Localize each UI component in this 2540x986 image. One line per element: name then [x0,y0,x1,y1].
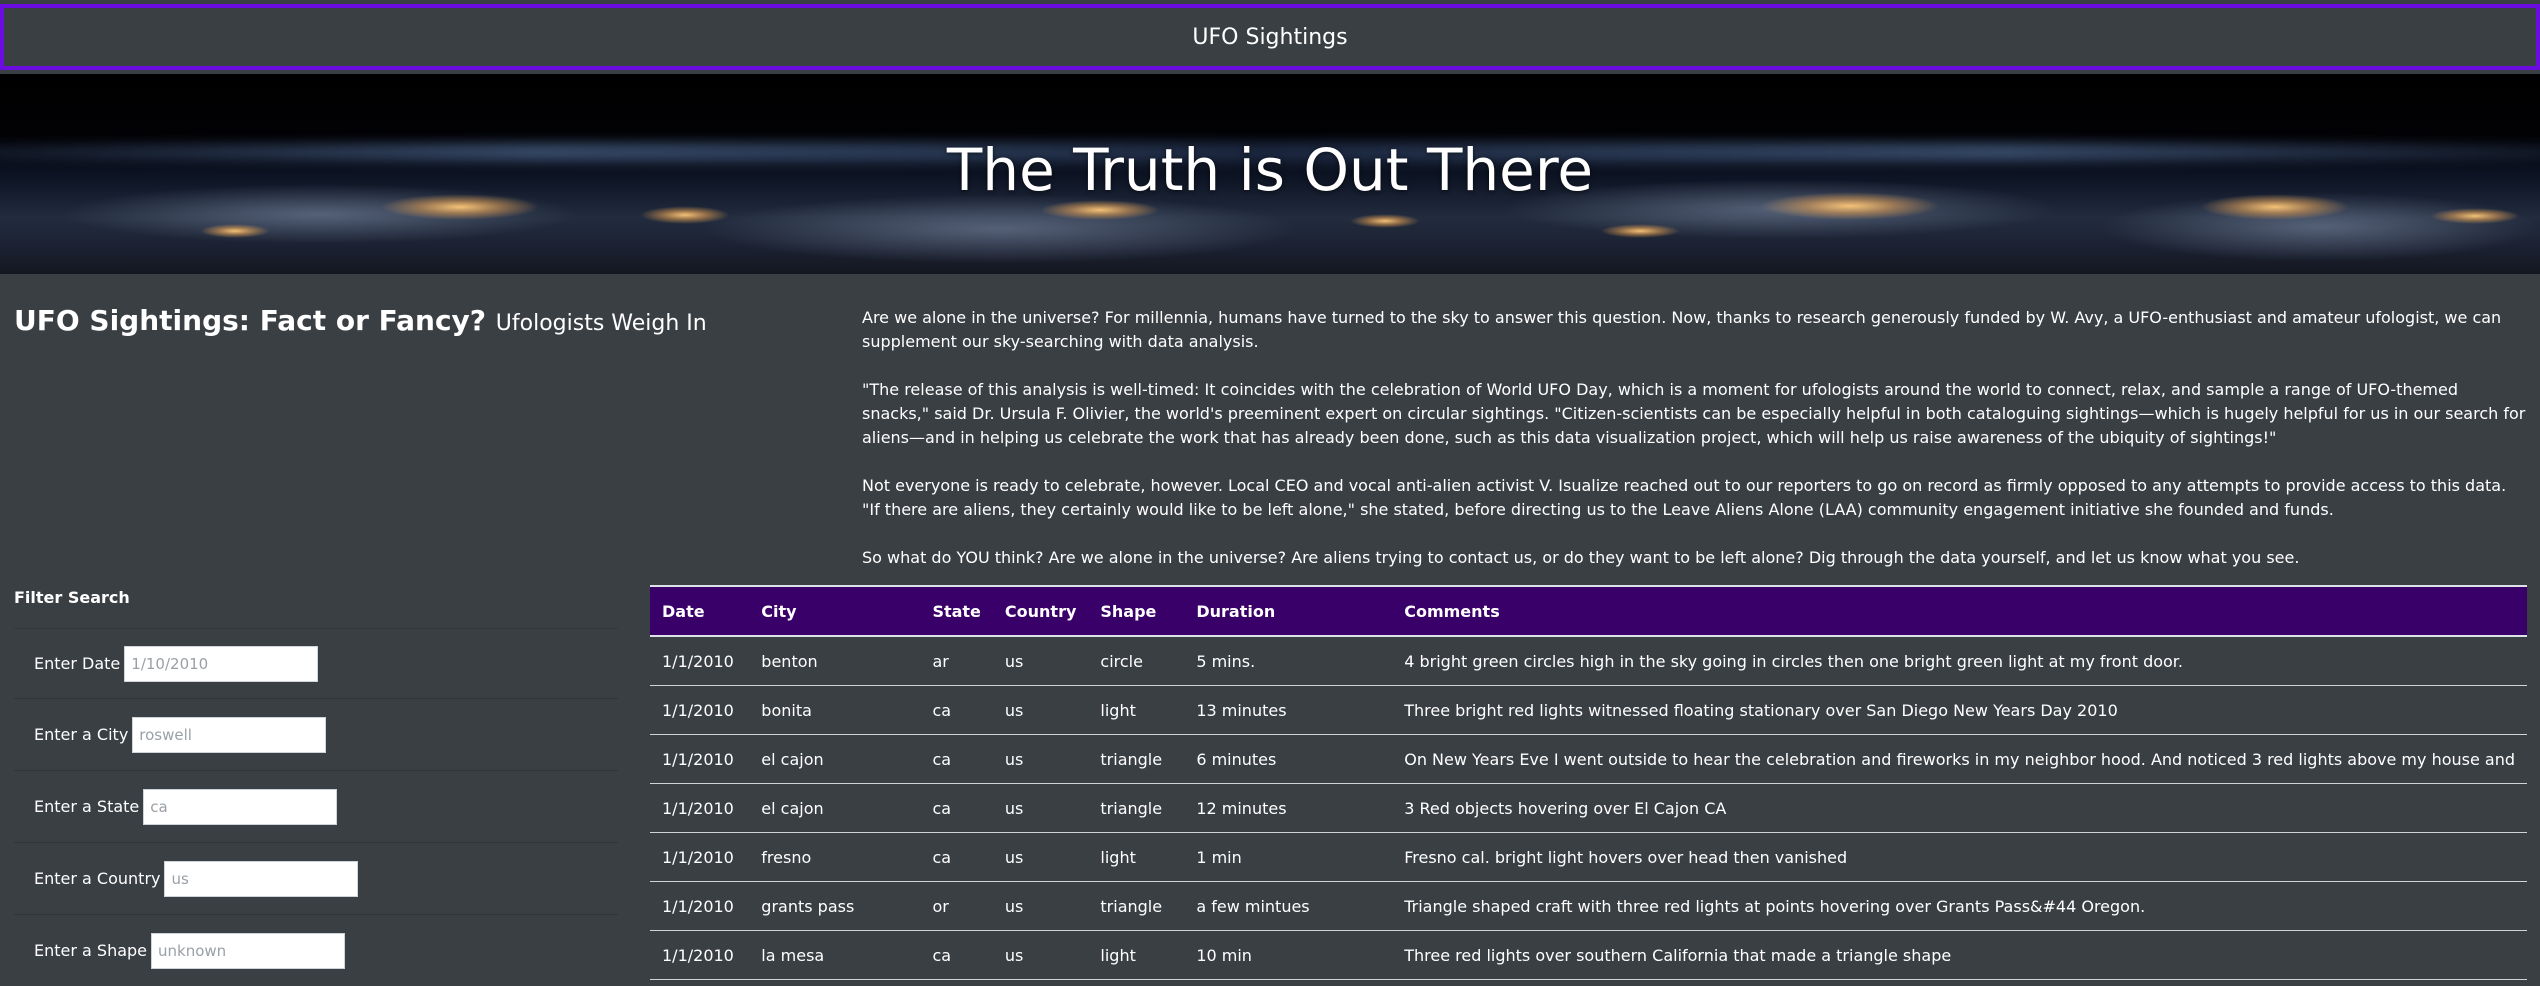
ufo-table-container: Date City State Country Shape Duration C… [650,585,2527,980]
article-paragraph: "The release of this analysis is well-ti… [862,380,2526,447]
country-label: Enter a Country [34,869,161,888]
cell-country: us [992,636,1089,686]
cell-city: grants pass [749,881,921,931]
filter-search-title: Filter Search [14,588,130,607]
cell-comments: Triangle shaped craft with three red lig… [1392,881,2527,931]
cell-date: 1/1/2010 [650,930,750,980]
cell-state: ca [920,930,993,980]
article-text: Are we alone in the universe? For millen… [862,306,2528,594]
column-header-shape: Shape [1088,585,1185,637]
cell-comments: Fresno cal. bright light hovers over hea… [1392,832,2527,882]
article-paragraph: So what do YOU think? Are we alone in th… [862,548,2300,567]
cell-duration: 12 minutes [1184,783,1393,833]
country-input[interactable] [164,860,359,897]
column-header-date: Date [650,585,750,637]
filter-item-country: Enter a Country [14,842,618,914]
cell-state: ca [920,734,993,784]
cell-shape: triangle [1088,783,1185,833]
table-body: 1/1/2010 benton ar us circle 5 mins. 4 bright … [650,636,2527,980]
cell-state: or [920,881,993,931]
cell-city: el cajon [749,783,921,833]
date-label: Enter Date [34,654,121,673]
intro-subheading: Ufologists Weigh In [495,311,707,336]
cell-date: 1/1/2010 [650,881,750,931]
filter-item-state: Enter a State [14,770,618,842]
cell-duration: 10 min [1184,930,1393,980]
filter-item-shape: Enter a Shape [14,914,618,986]
cell-shape: triangle [1088,881,1185,931]
cell-city: fresno [749,832,921,882]
article-paragraph: Are we alone in the universe? For millen… [862,308,2502,351]
cell-date: 1/1/2010 [650,636,750,686]
table-row: 1/1/2010 fresno ca us light 1 min Fresno cal. … [650,832,2527,882]
filter-item-city: Enter a City [14,698,618,770]
cell-duration: 6 minutes [1184,734,1393,784]
cell-country: us [992,930,1089,980]
hero-title: The Truth is Out There [946,136,1594,204]
cell-date: 1/1/2010 [650,832,750,882]
cell-state: ca [920,685,993,735]
cell-duration: 1 min [1184,832,1393,882]
table-row: 1/1/2010 el cajon ca us triangle 12 minutes 3 … [650,783,2527,833]
cell-duration: a few mintues [1184,881,1393,931]
column-header-country: Country [992,585,1089,637]
navbar: UFO Sightings [0,4,2540,70]
cell-city: la mesa [749,930,921,980]
table-row: 1/1/2010 benton ar us circle 5 mins. 4 bright … [650,636,2527,686]
cell-comments: 4 bright green circles high in the sky g… [1392,636,2527,686]
filter-list: Enter Date Enter a City Enter a State En… [14,628,618,986]
cell-comments: Three red lights over southern Californi… [1392,930,2527,980]
cell-shape: triangle [1088,734,1185,784]
cell-duration: 5 mins. [1184,636,1393,686]
date-input[interactable] [124,645,319,682]
table-row: 1/1/2010 la mesa ca us light 10 min Three red … [650,930,2527,980]
table-row: 1/1/2010 el cajon ca us triangle 6 minutes On … [650,734,2527,784]
article-paragraph: Not everyone is ready to celebrate, howe… [862,476,2507,519]
cell-country: us [992,881,1089,931]
cell-city: el cajon [749,734,921,784]
filter-item-date: Enter Date [14,628,618,698]
column-header-city: City [749,585,921,637]
cell-date: 1/1/2010 [650,685,750,735]
cell-comments: On New Years Eve I went outside to hear … [1392,734,2527,784]
cell-shape: circle [1088,636,1185,686]
column-header-state: State [920,585,993,637]
cell-state: ca [920,832,993,882]
column-header-comments: Comments [1392,585,2527,637]
column-header-duration: Duration [1184,585,1393,637]
table-row: 1/1/2010 grants pass or us triangle a few min… [650,881,2527,931]
cell-state: ar [920,636,993,686]
city-label: Enter a City [34,725,129,744]
intro-heading: UFO Sightings: Fact or Fancy? Ufologists… [14,304,707,337]
shape-label: Enter a Shape [34,941,148,960]
ufo-table: Date City State Country Shape Duration C… [650,585,2527,980]
cell-shape: light [1088,685,1185,735]
cell-date: 1/1/2010 [650,783,750,833]
cell-city: benton [749,636,921,686]
navbar-brand-link[interactable]: UFO Sightings [1192,25,1347,50]
cell-shape: light [1088,930,1185,980]
cell-duration: 13 minutes [1184,685,1393,735]
state-label: Enter a State [34,797,140,816]
cell-country: us [992,734,1089,784]
city-input[interactable] [132,716,327,753]
hero-banner: The Truth is Out There [0,74,2540,274]
cell-comments: 3 Red objects hovering over El Cajon CA [1392,783,2527,833]
cell-country: us [992,783,1089,833]
cell-comments: Three bright red lights witnessed floati… [1392,685,2527,735]
cell-country: us [992,685,1089,735]
cell-date: 1/1/2010 [650,734,750,784]
shape-input[interactable] [151,932,346,969]
cell-state: ca [920,783,993,833]
cell-city: bonita [749,685,921,735]
cell-shape: light [1088,832,1185,882]
state-input[interactable] [143,788,338,825]
table-row: 1/1/2010 bonita ca us light 13 minutes Three b… [650,685,2527,735]
intro-heading-text: UFO Sightings: Fact or Fancy? [14,304,487,337]
cell-country: us [992,832,1089,882]
table-header-row: Date City State Country Shape Duration C… [650,585,2527,637]
